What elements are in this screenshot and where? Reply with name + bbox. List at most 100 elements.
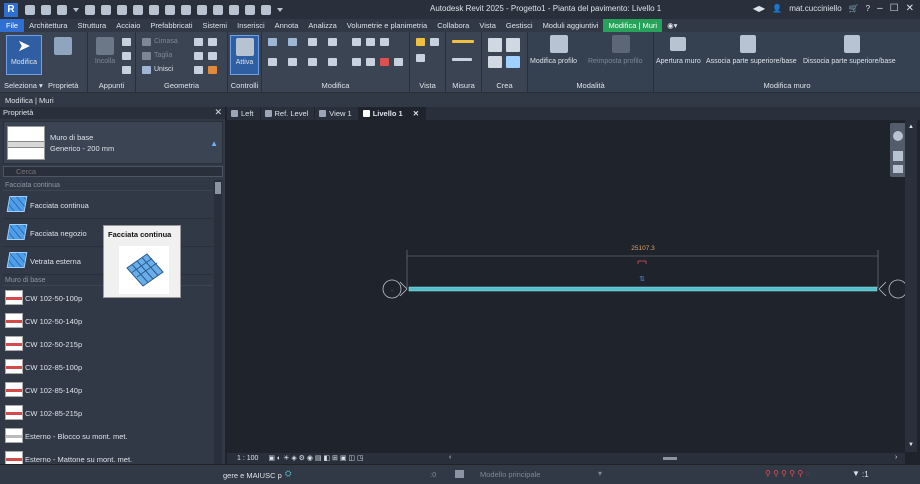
detach-button[interactable]: Dissocia parte superiore/base — [803, 58, 896, 65]
unpin-icon[interactable] — [394, 58, 403, 66]
thin-lines-icon[interactable] — [229, 4, 239, 15]
tab-modifica-muri[interactable]: Modifica | Muri — [603, 19, 663, 32]
help-icon[interactable]: ? — [866, 4, 870, 13]
scroll-down-icon[interactable]: ▼ — [908, 442, 914, 448]
zoom-icon[interactable] — [893, 165, 903, 173]
scroll-right-icon[interactable]: › — [895, 454, 897, 461]
tab-moduli[interactable]: Moduli aggiuntivi — [538, 19, 604, 32]
close-button[interactable]: ✕ — [906, 3, 914, 14]
pin-icon[interactable] — [366, 58, 375, 66]
copy-icon[interactable] — [122, 52, 131, 60]
viewcube-icon[interactable] — [893, 131, 903, 141]
dimension-value[interactable]: 25107.3 — [631, 245, 655, 252]
list-item[interactable]: CW 102-85-140p — [3, 378, 213, 401]
text-icon[interactable] — [181, 4, 191, 15]
minimize-button[interactable]: – — [877, 3, 883, 14]
view-tab-view1[interactable]: View 1 — [315, 107, 359, 120]
list-item[interactable]: Esterno - Blocco su mont. met. — [3, 424, 213, 447]
scroll-left-icon[interactable]: ‹ — [449, 454, 451, 461]
create-assembly-icon[interactable] — [488, 56, 502, 68]
attach-button[interactable]: Associa parte superiore/base — [706, 58, 797, 65]
split-icon[interactable] — [352, 38, 361, 46]
edit-profile-button[interactable]: Modifica profilo — [530, 58, 577, 65]
dropdown-icon[interactable] — [73, 7, 79, 12]
tab-file[interactable]: File — [0, 19, 25, 32]
cut-icon[interactable] — [122, 38, 131, 46]
type-selector[interactable]: Muro di base Generico - 200 mm ▲ — [3, 121, 223, 164]
tab-analizza[interactable]: Analizza — [303, 19, 341, 32]
split-face-icon[interactable] — [194, 38, 203, 46]
mirror-axis-icon[interactable] — [308, 38, 317, 46]
tab-collabora[interactable]: Collabora — [432, 19, 474, 32]
scale-label[interactable]: 1 : 100 — [237, 455, 258, 462]
tab-volumetrie[interactable]: Volumetrie e planimetria — [342, 19, 432, 32]
array-icon[interactable] — [380, 38, 389, 46]
cut-geometry-label[interactable]: Taglia — [154, 52, 172, 59]
paint-icon[interactable] — [208, 38, 217, 46]
cope-label[interactable]: Cimasa — [154, 38, 178, 45]
tab-annota[interactable]: Annota — [270, 19, 304, 32]
paste-button[interactable]: Incolla — [90, 35, 120, 75]
list-item[interactable]: Facciata continua — [3, 191, 213, 219]
close-icon[interactable]: ✕ — [413, 109, 419, 118]
list-item[interactable]: CW 102-85-100p — [3, 355, 213, 378]
save-icon[interactable] — [41, 4, 51, 15]
modify-button[interactable]: ➤ Modifica — [6, 35, 42, 75]
tag-icon[interactable] — [165, 4, 175, 15]
split-gap-icon[interactable] — [366, 38, 375, 46]
hide-icon[interactable] — [416, 38, 425, 46]
close-hidden-icon[interactable] — [245, 4, 255, 15]
detach-icon[interactable] — [844, 35, 860, 53]
override-icon[interactable] — [430, 38, 439, 46]
match-icon[interactable] — [122, 66, 131, 74]
chevron-up-icon[interactable]: ▲ — [210, 139, 218, 148]
revit-logo[interactable]: R — [4, 2, 18, 17]
view-tab-livello1[interactable]: Livello 1 ✕ — [358, 107, 426, 120]
list-scrollbar[interactable] — [214, 180, 222, 484]
attach-icon[interactable] — [740, 35, 756, 53]
customize-icon[interactable] — [277, 7, 283, 12]
horizontal-scrollbar[interactable]: ‹ › — [445, 453, 905, 464]
close-icon[interactable]: ✕ — [214, 107, 222, 118]
wall-joins-icon[interactable] — [194, 52, 203, 60]
activate-controls-button[interactable]: Attiva — [230, 35, 259, 75]
view-control-icons[interactable]: ▣ ◐ ☀ ◈ ⚙ ◉ ▤ ◧ ⊞ ▣ ◫ ◳ — [268, 455, 363, 462]
search-input[interactable] — [3, 166, 223, 177]
sync-icon[interactable] — [57, 4, 67, 15]
user-icon[interactable]: 👤 — [772, 4, 782, 13]
delete-icon[interactable] — [380, 58, 389, 66]
3d-view-icon[interactable] — [197, 4, 207, 15]
mirror-draw-icon[interactable] — [328, 38, 337, 46]
redo-icon[interactable] — [101, 4, 111, 15]
copy-element-icon[interactable] — [288, 58, 297, 66]
dimension-icon[interactable] — [149, 4, 159, 15]
tab-sistemi[interactable]: Sistemi — [198, 19, 233, 32]
offset-icon[interactable] — [288, 38, 297, 46]
list-item[interactable]: CW 102-85-215p — [3, 401, 213, 424]
rotate-icon[interactable] — [308, 58, 317, 66]
create-group-icon[interactable] — [506, 38, 520, 52]
undo-icon[interactable] — [85, 4, 95, 15]
cut-geometry-icon[interactable] — [142, 52, 151, 60]
reset-profile-button[interactable]: Reimposta profilo — [588, 58, 642, 65]
navigation-bar[interactable] — [890, 123, 906, 177]
trim-icon[interactable] — [328, 58, 337, 66]
maximize-button[interactable]: ☐ — [890, 3, 899, 14]
edit-profile-icon[interactable] — [550, 35, 568, 53]
tab-architettura[interactable]: Architettura — [24, 19, 72, 32]
section-icon[interactable] — [213, 4, 223, 15]
view-tab-left[interactable]: Left — [227, 107, 261, 120]
tab-acciaio[interactable]: Acciaio — [111, 19, 145, 32]
print-icon[interactable] — [117, 4, 127, 15]
wheel-icon[interactable] — [893, 151, 903, 161]
remove-paint-icon[interactable] — [194, 66, 203, 74]
move-icon[interactable] — [268, 58, 277, 66]
create-part-icon[interactable] — [488, 38, 502, 52]
scroll-thumb[interactable] — [215, 182, 221, 194]
hammer-icon[interactable] — [208, 66, 217, 74]
switch-windows-icon[interactable] — [261, 4, 271, 15]
tab-extra-icon[interactable]: ◉▾ — [662, 19, 682, 32]
filter-icon[interactable]: ▼ — [852, 469, 860, 478]
cart-icon[interactable]: 🛒 — [849, 4, 859, 13]
linework-icon[interactable] — [416, 54, 425, 62]
